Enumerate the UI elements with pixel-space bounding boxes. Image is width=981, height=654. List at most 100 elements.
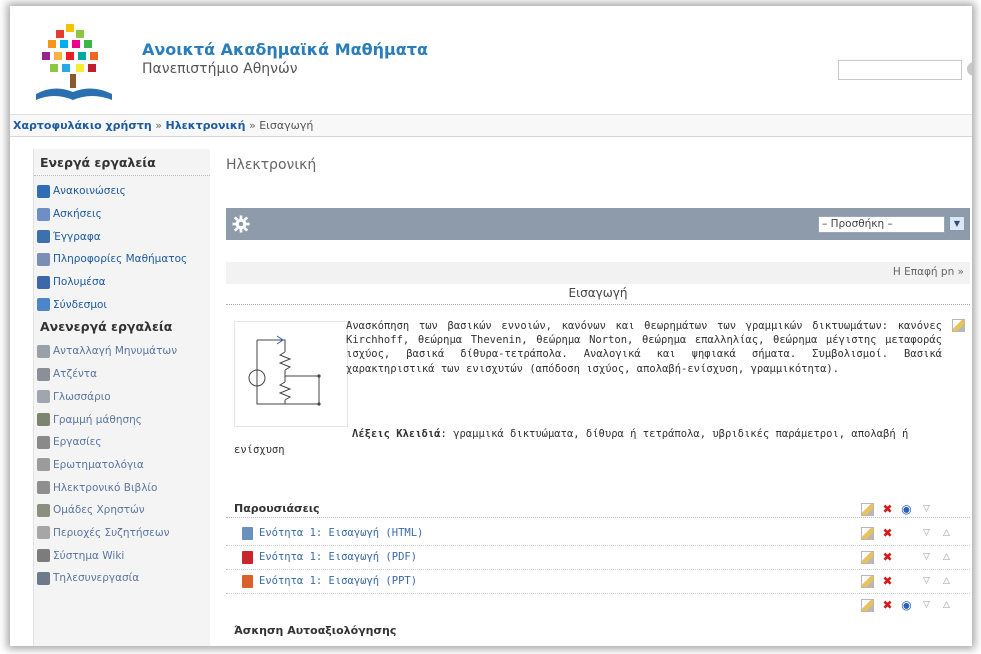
resource-link[interactable]: Ενότητα 1: Εισαγωγή (HTML) [259, 527, 423, 539]
sidebar-item[interactable]: Ομάδες Χρηστών [34, 499, 210, 522]
edit-icon[interactable] [861, 527, 874, 540]
sidebar-item[interactable]: Πολυμέσα [34, 271, 210, 294]
ppt-file-icon [242, 575, 253, 588]
unit-description: Ανασκόπηση των βασικών εννοιών, κανόνων … [346, 320, 942, 375]
delete-icon[interactable]: ✖ [881, 599, 894, 612]
pdf-file-icon [242, 551, 253, 564]
breadcrumb-course-link[interactable]: Ηλεκτρονική [165, 119, 245, 132]
keywords-label: Λέξεις Κλειδιά [352, 428, 441, 440]
chevron-down-icon[interactable]: ▼ [949, 216, 965, 231]
edit-icon[interactable] [952, 319, 965, 332]
delete-icon[interactable]: ✖ [881, 527, 894, 540]
self-assessment-heading: Άσκηση Αυτοαξιολόγησης [234, 624, 397, 637]
breadcrumb: Χαρτοφυλάκιο χρήστη » Ηλεκτρονική » Εισα… [10, 114, 972, 137]
visibility-eye-icon[interactable]: ◉ [900, 599, 913, 612]
sidebar-item-label: Εργασίες [53, 436, 102, 449]
search-input[interactable] [838, 60, 962, 80]
edit-icon[interactable] [861, 575, 874, 588]
search-icon[interactable] [967, 62, 972, 76]
delete-icon[interactable]: ✖ [881, 551, 894, 564]
active-tools-list: Ανακοινώσεις Ασκήσεις Έγγραφα Πληροφορίες Μ… [34, 180, 210, 316]
self-assessment-actions: ✖ ◉ ▽ △ [226, 595, 970, 615]
sidebar-item[interactable]: Ηλεκτρονικό Βιβλίο [34, 476, 210, 499]
move-down-icon[interactable]: ▽ [920, 527, 933, 540]
delete-icon[interactable]: ✖ [881, 503, 894, 516]
learning-path-icon [37, 413, 50, 427]
sidebar-item-label: Ανταλλαγή Μηνυμάτων [53, 345, 178, 358]
move-up-icon[interactable]: △ [940, 599, 953, 612]
sidebar-item[interactable]: Πληροφορίες Μαθήματος [34, 248, 210, 271]
resource-link[interactable]: Ενότητα 1: Εισαγωγή (PDF) [259, 551, 417, 563]
sidebar-item-label: Σύνδεσμοι [53, 298, 107, 311]
sidebar-item[interactable]: Ανακοινώσεις [34, 180, 210, 203]
site-header: Ανοικτά Ακαδημαϊκά Μαθήματα Πανεπιστήμιο… [10, 6, 972, 114]
sidebar-item-label: Σύστημα Wiki [53, 549, 125, 562]
edit-icon[interactable] [861, 503, 874, 516]
sidebar-item[interactable]: Εργασίες [34, 431, 210, 454]
move-up-icon[interactable]: △ [940, 575, 953, 588]
visibility-eye-icon[interactable]: ◉ [900, 503, 913, 516]
announcements-icon [37, 184, 50, 198]
site-title[interactable]: Ανοικτά Ακαδημαϊκά Μαθήματα [142, 40, 428, 59]
sidebar-item[interactable]: Σύνδεσμοι [34, 293, 210, 316]
breadcrumb-separator: » [248, 119, 256, 132]
exercises-icon [37, 207, 50, 221]
resource-row: Ενότητα 1: Εισαγωγή (PDF) ✖ ▽ △ [226, 547, 970, 570]
course-info-icon [37, 252, 50, 266]
user-groups-icon [37, 503, 50, 517]
circuit-diagram-image [234, 321, 348, 427]
delete-icon[interactable]: ✖ [881, 575, 894, 588]
sidebar-item[interactable]: Τηλεσυνεργασία [34, 567, 210, 590]
breadcrumb-current: Εισαγωγή [259, 119, 314, 132]
move-down-icon[interactable]: ▽ [920, 551, 933, 564]
breadcrumb-separator: » [155, 119, 162, 132]
course-toolbar: – Προσθήκη – ▼ [226, 208, 970, 240]
resources-header: Παρουσιάσεις ✖ ◉ ▽ [226, 499, 970, 518]
sidebar-item[interactable]: Έγγραφα [34, 225, 210, 248]
sidebar-item-label: Έγγραφα [53, 230, 101, 243]
sidebar-item[interactable]: Ερωτηματολόγια [34, 454, 210, 477]
move-down-icon[interactable]: ▽ [920, 575, 933, 588]
edit-icon[interactable] [861, 599, 874, 612]
gear-icon[interactable] [232, 215, 250, 233]
messages-icon [37, 344, 50, 358]
sidebar-item[interactable]: Ανταλλαγή Μηνυμάτων [34, 340, 210, 363]
documents-icon [37, 230, 50, 244]
add-tool-select[interactable]: – Προσθήκη – [818, 216, 945, 233]
move-up-icon[interactable]: △ [940, 551, 953, 564]
ebook-icon [37, 481, 50, 495]
inactive-tools-heading: Ανενεργά εργαλεία [40, 319, 173, 335]
logo[interactable] [30, 20, 118, 106]
sidebar-item-label: Περιοχές Συζητήσεων [53, 526, 170, 539]
move-up-icon[interactable]: △ [940, 527, 953, 540]
forums-icon [37, 526, 50, 540]
sidebar-item-label: Ατζέντα [53, 368, 97, 381]
breadcrumb-portfolio-link[interactable]: Χαρτοφυλάκιο χρήστη [13, 119, 152, 132]
next-unit-link[interactable]: Η Επαφή pn » [893, 266, 964, 278]
sidebar-item[interactable]: Ασκήσεις [34, 203, 210, 226]
html-file-icon [242, 527, 253, 540]
unit-navigation: Η Επαφή pn » [226, 262, 970, 284]
sidebar-item[interactable]: Περιοχές Συζητήσεων [34, 522, 210, 545]
resource-link[interactable]: Ενότητα 1: Εισαγωγή (PPT) [259, 575, 417, 587]
unit-keywords: Λέξεις Κλειδιά: γραμμικά δικτυώματα, δίθ… [234, 426, 956, 458]
sidebar-item[interactable]: Σύστημα Wiki [34, 544, 210, 567]
site-subtitle: Πανεπιστήμιο Αθηνών [142, 61, 298, 77]
inactive-tools-list: Ανταλλαγή Μηνυμάτων Ατζέντα Γλωσσάριο Γραμμ… [34, 340, 210, 590]
teleconference-icon [37, 571, 50, 585]
active-tools-heading: Ενεργά εργαλεία [34, 149, 210, 176]
sidebar-item-label: Ανακοινώσεις [53, 185, 126, 198]
sidebar-item-label: Πληροφορίες Μαθήματος [53, 253, 188, 266]
sidebar-item-label: Γραμμή μάθησης [53, 413, 142, 426]
wiki-icon [37, 549, 50, 563]
sidebar-item[interactable]: Γλωσσάριο [34, 386, 210, 409]
sidebar-item[interactable]: Γραμμή μάθησης [34, 408, 210, 431]
tools-sidebar: Ενεργά εργαλεία Ανακοινώσεις Ασκήσεις Έγγρ… [33, 149, 210, 646]
sidebar-item-label: Ερωτηματολόγια [53, 458, 144, 471]
move-down-icon[interactable]: ▽ [920, 503, 933, 516]
links-icon [37, 298, 50, 312]
edit-icon[interactable] [861, 551, 874, 564]
sidebar-item[interactable]: Ατζέντα [34, 363, 210, 386]
unit-title: Εισαγωγή [226, 286, 970, 305]
move-down-icon[interactable]: ▽ [920, 599, 933, 612]
